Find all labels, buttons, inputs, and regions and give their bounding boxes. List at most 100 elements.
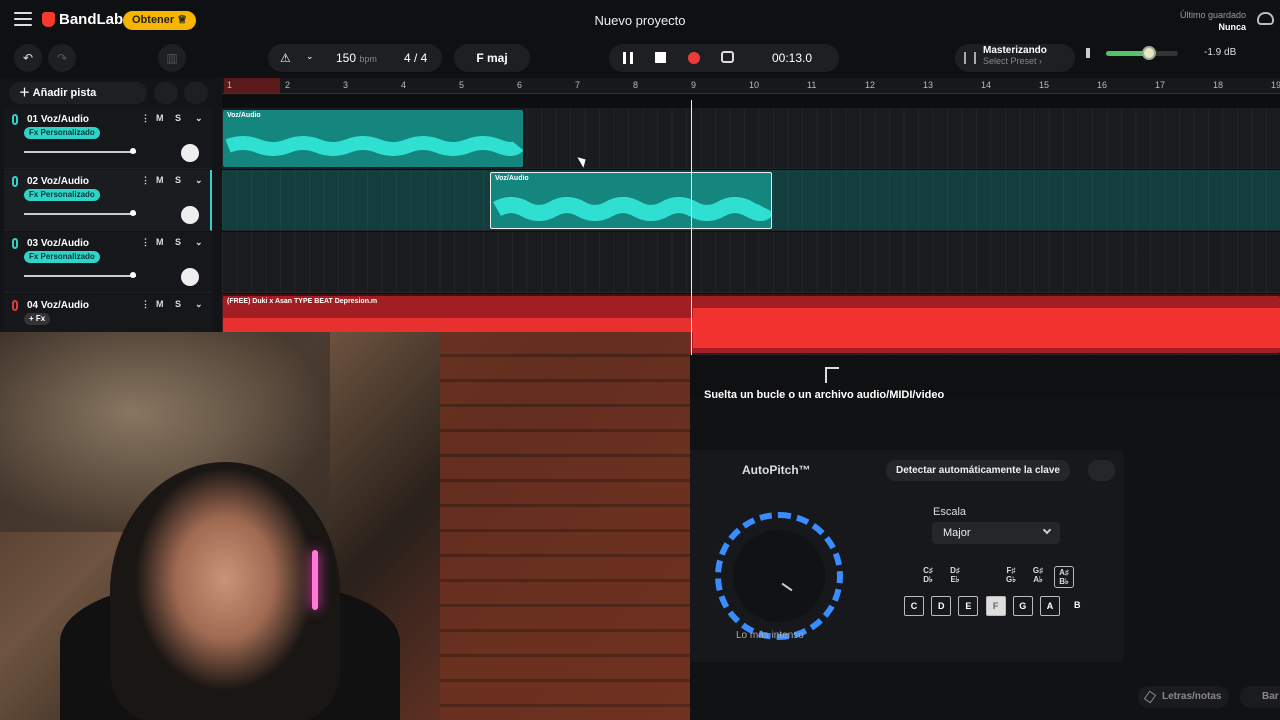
bank-label: Bar bbox=[1262, 691, 1279, 702]
mute-button[interactable]: M bbox=[156, 237, 164, 247]
drop-zone[interactable]: Suelta un bucle o un archivo audio/MIDI/… bbox=[690, 355, 1280, 401]
dial-center bbox=[733, 530, 825, 622]
ruler-tick: 13 bbox=[923, 80, 934, 90]
sharp-key[interactable]: F♯ G♭ bbox=[1001, 566, 1021, 584]
natural-key-c[interactable]: C bbox=[904, 596, 924, 616]
chevron-down-icon[interactable]: ⌄ bbox=[195, 237, 203, 248]
bpm-value[interactable]: 150 bpm bbox=[336, 51, 377, 65]
natural-key-a[interactable]: A bbox=[1040, 596, 1060, 616]
slider-knob[interactable] bbox=[130, 272, 136, 278]
timeline-ruler[interactable]: 1 2 3 4 5 6 7 8 9 10 11 12 13 14 15 16 17 18 19 bbox=[222, 78, 1280, 94]
solo-button[interactable]: S bbox=[175, 299, 181, 309]
track-header-2[interactable]: 02 Voz/Audio Fx Personalizado ⋮ M S ⌄ bbox=[4, 170, 212, 231]
keyboard-button[interactable]: ▥ bbox=[158, 44, 186, 72]
track-name[interactable]: 02 Voz/Audio bbox=[27, 176, 89, 187]
loop-region[interactable] bbox=[224, 78, 280, 93]
slider-knob[interactable] bbox=[130, 210, 136, 216]
stop-icon[interactable] bbox=[655, 52, 666, 63]
track-name[interactable]: 04 Voz/Audio bbox=[27, 300, 89, 311]
audio-clip-2[interactable]: Voz/Audio bbox=[490, 172, 772, 229]
fx-tag[interactable]: Fx Personalizado bbox=[24, 251, 100, 263]
track-lane-2[interactable]: Voz/Audio bbox=[222, 170, 1280, 231]
sharp-key[interactable]: A♯ B♭ bbox=[1054, 566, 1074, 588]
track-lane-1[interactable]: Voz/Audio bbox=[222, 108, 1280, 169]
audio-clip-1[interactable]: Voz/Audio bbox=[223, 110, 523, 167]
more-icon[interactable]: ⋮ bbox=[141, 299, 150, 310]
track-name[interactable]: 03 Voz/Audio bbox=[27, 238, 89, 249]
webcam-overlay bbox=[0, 332, 690, 720]
sharp-key[interactable]: C♯ D♭ bbox=[918, 566, 938, 584]
mastering-button[interactable]: Masterizando Select Preset › bbox=[955, 44, 1075, 72]
natural-key-d[interactable]: D bbox=[931, 596, 952, 616]
more-icon[interactable]: ⋮ bbox=[141, 175, 150, 186]
time-display: 00:13.0 bbox=[772, 51, 813, 65]
sharp-key[interactable]: D♯ E♭ bbox=[945, 566, 965, 584]
project-title[interactable]: Nuevo proyecto bbox=[0, 13, 1280, 28]
ruler-tick: 5 bbox=[459, 80, 465, 90]
ruler-tick: 18 bbox=[1213, 80, 1224, 90]
add-track-label: Añadir pista bbox=[32, 87, 97, 99]
track-volume-slider[interactable] bbox=[24, 272, 136, 278]
settings-sliders-icon[interactable] bbox=[1088, 460, 1115, 481]
automation-button[interactable] bbox=[154, 82, 178, 104]
ruler-tick: 6 bbox=[517, 80, 523, 90]
track-settings-button[interactable] bbox=[184, 82, 208, 104]
track-volume-slider[interactable] bbox=[24, 148, 136, 154]
chevron-down-icon[interactable]: ⌄ bbox=[306, 51, 314, 62]
pause-icon[interactable] bbox=[623, 52, 633, 64]
master-volume-slider[interactable] bbox=[1106, 46, 1178, 60]
redo-button[interactable]: ↷ bbox=[48, 44, 76, 72]
record-icon[interactable] bbox=[688, 52, 700, 64]
lyrics-label: Letras/notas bbox=[1162, 691, 1222, 702]
solo-button[interactable]: S bbox=[175, 175, 181, 185]
volume-icon[interactable] bbox=[1086, 48, 1098, 58]
ruler-tick: 14 bbox=[981, 80, 992, 90]
fx-tag[interactable]: Fx Personalizado bbox=[24, 189, 100, 201]
fx-tag[interactable]: + Fx bbox=[24, 313, 51, 325]
loop-icon[interactable] bbox=[721, 51, 734, 63]
lyrics-notes-button[interactable]: Letras/notas bbox=[1138, 686, 1230, 708]
playhead[interactable] bbox=[691, 100, 692, 398]
add-track-button[interactable]: ＋ Añadir pista bbox=[9, 82, 147, 104]
metronome-icon[interactable]: ⚠ bbox=[280, 51, 291, 65]
track-header-1[interactable]: 01 Voz/Audio Fx Personalizado ⋮ M S ⌄ bbox=[4, 108, 212, 169]
transport-controls: 00:13.0 bbox=[609, 44, 839, 72]
solo-button[interactable]: S bbox=[175, 113, 181, 123]
chevron-down-icon[interactable]: ⌄ bbox=[195, 299, 203, 310]
mastering-preset[interactable]: Select Preset › bbox=[983, 56, 1042, 67]
bank-button[interactable]: Bar bbox=[1240, 686, 1280, 708]
key-button[interactable]: F maj bbox=[454, 44, 530, 72]
autopitch-dial[interactable] bbox=[715, 512, 843, 640]
more-icon[interactable]: ⋮ bbox=[141, 113, 150, 124]
ruler-tick: 7 bbox=[575, 80, 581, 90]
pan-knob[interactable] bbox=[181, 268, 199, 286]
cloud-upload-icon[interactable] bbox=[1257, 12, 1274, 25]
track-volume-slider[interactable] bbox=[24, 210, 136, 216]
mute-button[interactable]: M bbox=[156, 175, 164, 185]
pan-knob[interactable] bbox=[181, 206, 199, 224]
last-saved-value: Nunca bbox=[1218, 22, 1246, 32]
track-name[interactable]: 01 Voz/Audio bbox=[27, 114, 89, 125]
natural-key-b[interactable]: B bbox=[1067, 596, 1087, 616]
person-head bbox=[110, 462, 340, 720]
mute-button[interactable]: M bbox=[156, 113, 164, 123]
chevron-down-icon[interactable]: ⌄ bbox=[195, 175, 203, 186]
detect-key-button[interactable]: Detectar automáticamente la clave bbox=[886, 460, 1070, 481]
undo-button[interactable]: ↶ bbox=[14, 44, 42, 72]
natural-key-e[interactable]: E bbox=[958, 596, 979, 616]
track-header-3[interactable]: 03 Voz/Audio Fx Personalizado ⋮ M S ⌄ bbox=[4, 232, 212, 293]
more-icon[interactable]: ⋮ bbox=[141, 237, 150, 248]
track-lane-3[interactable] bbox=[222, 232, 1280, 293]
time-signature[interactable]: 4 / 4 bbox=[404, 51, 427, 65]
fx-tag[interactable]: Fx Personalizado bbox=[24, 127, 100, 139]
slider-knob[interactable] bbox=[130, 148, 136, 154]
tempo-control[interactable]: ⚠ ⌄ 150 bpm 4 / 4 bbox=[268, 44, 442, 72]
solo-button[interactable]: S bbox=[175, 237, 181, 247]
chevron-down-icon[interactable]: ⌄ bbox=[195, 113, 203, 124]
mute-button[interactable]: M bbox=[156, 299, 164, 309]
natural-key-g[interactable]: G bbox=[1012, 596, 1033, 616]
pan-knob[interactable] bbox=[181, 144, 199, 162]
sharp-key[interactable]: G♯ A♭ bbox=[1028, 566, 1048, 584]
natural-key-f[interactable]: F bbox=[985, 596, 1006, 616]
scale-select[interactable]: Major bbox=[932, 522, 1060, 544]
